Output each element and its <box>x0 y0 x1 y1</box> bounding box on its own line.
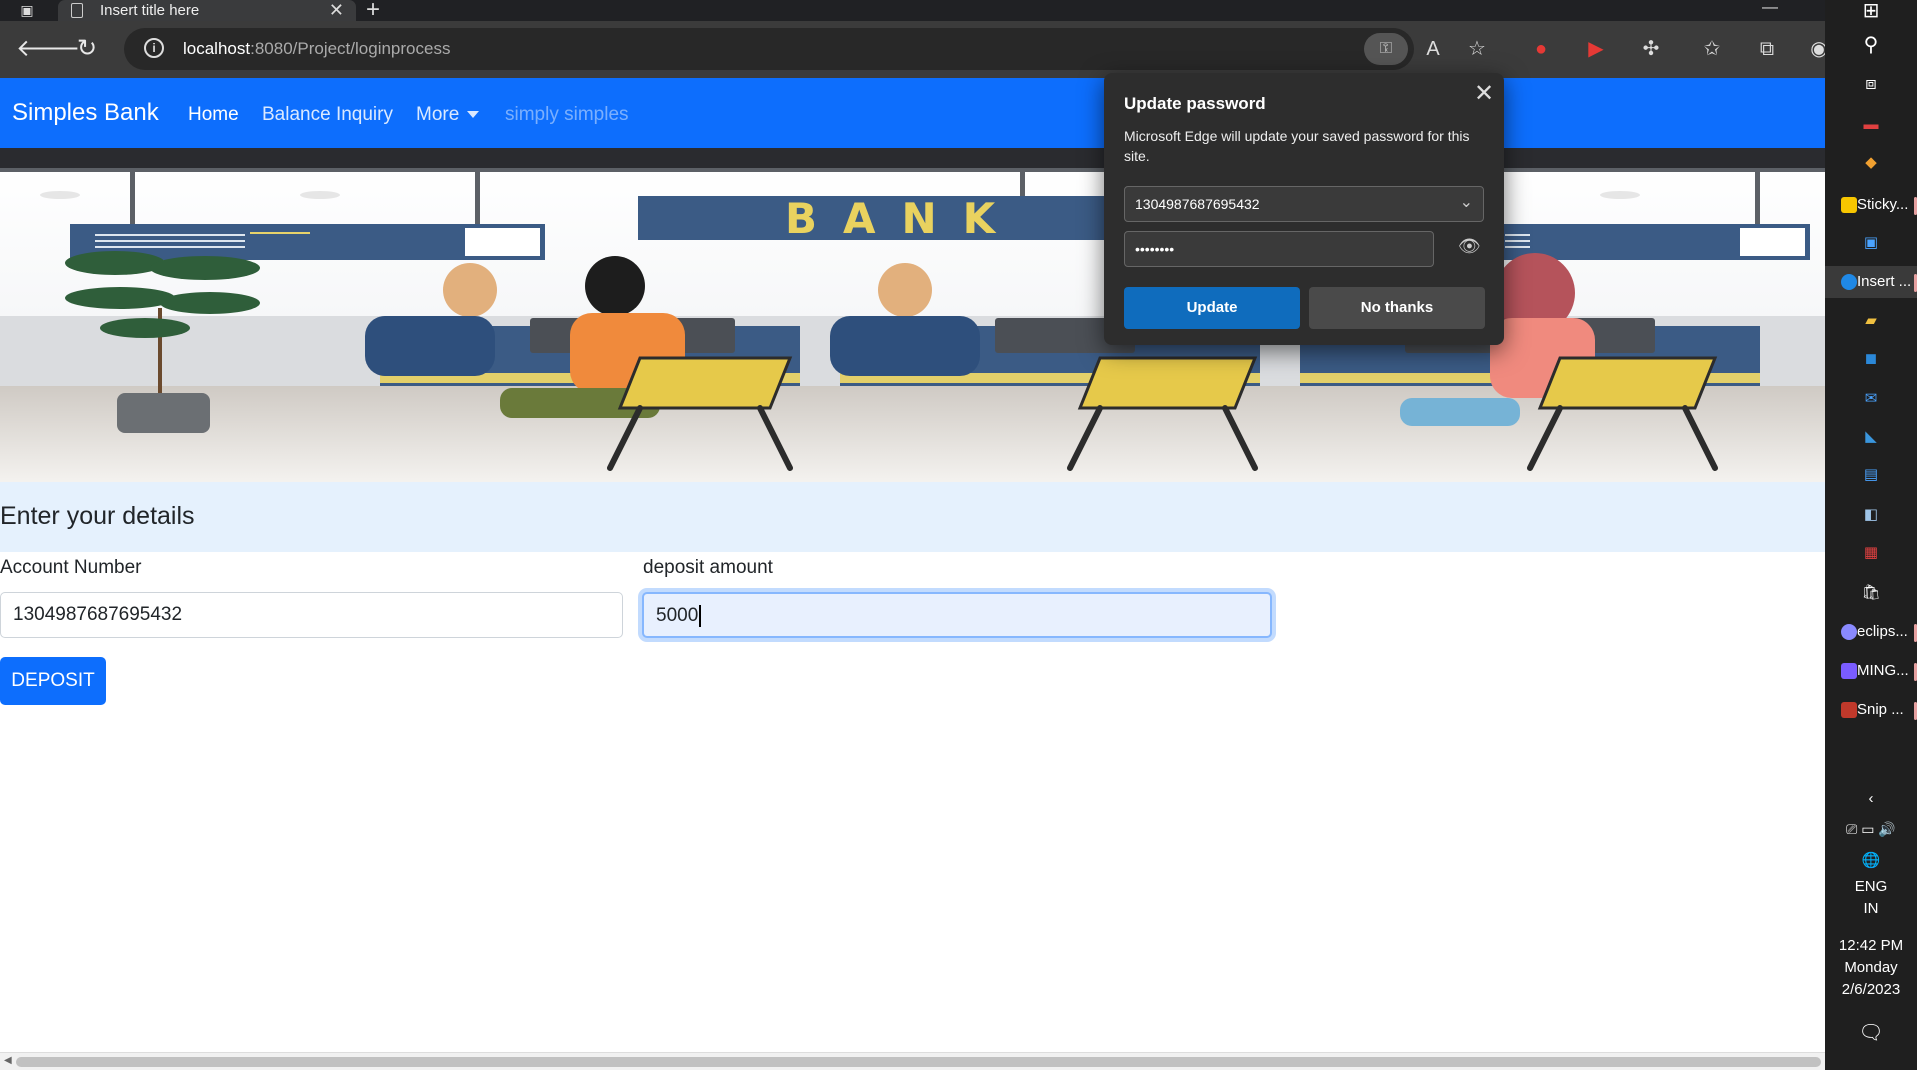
no-thanks-button[interactable]: No thanks <box>1309 287 1485 329</box>
popup-title: Update password <box>1124 94 1266 113</box>
update-password-popup: Update password ✕ Microsoft Edge will up… <box>1104 73 1504 345</box>
tab-bar: ▣ Insert title here ✕ + — <box>0 0 1825 22</box>
clock-time[interactable]: 12:42 PM <box>1825 935 1917 957</box>
start-icon[interactable]: ⊞ <box>1825 0 1917 22</box>
tab-close-icon[interactable]: ✕ <box>329 0 344 20</box>
ms-store-icon[interactable]: 🛍 <box>1825 582 1917 604</box>
edge-icon <box>1841 274 1857 290</box>
address-toolbar: 🡐 ↻ i localhost:8080/Project/loginproces… <box>0 21 1825 78</box>
pinned-git-icon[interactable]: ◆ <box>1825 152 1917 174</box>
address-bar[interactable]: i localhost:8080/Project/loginprocess ⚿ <box>124 28 1414 70</box>
back-button[interactable]: 🡐 <box>16 34 80 64</box>
office-icon[interactable]: ▦ <box>1825 542 1917 564</box>
taskbar-app-edge[interactable]: Insert ... <box>1825 266 1917 298</box>
url-text[interactable]: localhost:8080/Project/loginprocess <box>183 39 450 59</box>
tab-title: Insert title here <box>100 2 200 19</box>
reveal-password-icon[interactable]: 👁 <box>1458 236 1481 257</box>
nav-balance-inquiry[interactable]: Balance Inquiry <box>262 104 393 126</box>
show-hidden-icons-chevron[interactable]: ‹ <box>1825 788 1917 810</box>
deposit-amount-input[interactable]: 5000 <box>642 592 1272 638</box>
file-explorer-icon[interactable]: ▰ <box>1825 310 1917 332</box>
minimize-button[interactable]: — <box>1762 0 1778 16</box>
page-icon <box>71 3 83 18</box>
account-number-input[interactable]: 1304987687695432 <box>0 592 623 638</box>
extension-red-icon[interactable]: ● <box>1526 34 1556 64</box>
form-heading: Enter your details <box>0 502 195 530</box>
tab-actions-icon[interactable]: ▣ <box>17 1 37 19</box>
scroll-left-icon[interactable]: ◀ <box>4 1055 12 1066</box>
profile-icon[interactable]: ◉ <box>1804 34 1825 64</box>
add-favorite-icon[interactable]: ☆ <box>1462 34 1492 64</box>
password-key-icon[interactable]: ⚿ <box>1364 33 1408 65</box>
pinned-app-icon[interactable]: ▬ <box>1825 114 1917 136</box>
sticky-notes-icon <box>1841 197 1857 213</box>
notifications-icon[interactable]: 🗨 <box>1825 1022 1917 1044</box>
region-label[interactable]: IN <box>1825 898 1917 920</box>
snipping-tool-icon <box>1841 702 1857 718</box>
globe-icon[interactable]: 🌐 <box>1825 850 1917 872</box>
popup-close-icon[interactable]: ✕ <box>1474 79 1494 108</box>
site-info-icon[interactable]: i <box>144 38 164 58</box>
favorites-icon[interactable]: ✩ <box>1697 34 1727 64</box>
deposit-amount-label: deposit amount <box>643 557 773 578</box>
taskbar-app-mingw[interactable]: MING... <box>1825 655 1917 687</box>
update-button[interactable]: Update <box>1124 287 1300 329</box>
nav-disabled-link: simply simples <box>505 104 629 125</box>
extension-play-icon[interactable]: ▶ <box>1581 34 1611 64</box>
collections-icon[interactable]: ⧉ <box>1752 34 1782 64</box>
extensions-icon[interactable]: ✣ <box>1636 34 1666 64</box>
taskbar-app-eclipse[interactable]: eclips... <box>1825 616 1917 648</box>
popup-description: Microsoft Edge will update your saved pa… <box>1124 128 1470 164</box>
pinned-store-icon[interactable]: ◼ <box>1825 348 1917 370</box>
text-cursor <box>699 605 702 627</box>
chevron-down-icon: ⌄ <box>1459 194 1473 211</box>
read-aloud-icon[interactable]: A <box>1418 34 1448 64</box>
task-view-icon[interactable]: ⧈ <box>1825 72 1917 94</box>
language-label[interactable]: ENG <box>1825 876 1917 898</box>
clock-date[interactable]: 2/6/2023 <box>1825 979 1917 1001</box>
site-navbar: Simples Bank Home Balance Inquiry More s… <box>0 78 1825 148</box>
caret-down-icon <box>467 111 480 119</box>
mingw-icon <box>1841 663 1857 679</box>
nav-home[interactable]: Home <box>188 104 239 126</box>
clock-day[interactable]: Monday <box>1825 957 1917 979</box>
browser-window: ▣ Insert title here ✕ + — 🡐 ↻ i localhos… <box>0 0 1825 1070</box>
system-tray-icons[interactable]: ⎚ ▭ 🔊 <box>1825 818 1917 840</box>
popup-username-select[interactable]: 1304987687695432 ⌄ <box>1124 186 1484 222</box>
bank-sign-text: BANK <box>785 194 1021 243</box>
word-icon[interactable]: ▤ <box>1825 464 1917 486</box>
scrollbar-thumb[interactable] <box>16 1057 1821 1067</box>
search-icon[interactable]: ⚲ <box>1825 34 1917 56</box>
mail-icon[interactable]: ✉ <box>1825 388 1917 410</box>
horizontal-scrollbar[interactable]: ◀ <box>0 1052 1825 1070</box>
taskbar-app-snip[interactable]: Snip ... <box>1825 694 1917 726</box>
deposit-button[interactable]: DEPOSIT <box>0 657 106 705</box>
refresh-button[interactable]: ↻ <box>72 34 102 64</box>
account-number-label: Account Number <box>0 557 142 578</box>
form-header: Enter your details <box>0 482 1825 552</box>
nav-more-dropdown[interactable]: More <box>416 104 480 126</box>
vscode-icon[interactable]: ◣ <box>1825 426 1917 448</box>
windows-taskbar: ⊞ ⚲ ⧈ ▬ ◆ Sticky... ▣ Insert ... ▰ ◼ ✉ ◣… <box>1825 0 1917 1070</box>
tab-active[interactable]: Insert title here ✕ <box>58 0 356 21</box>
bank-hero-image: BANK <box>0 168 1825 482</box>
eclipse-icon <box>1841 624 1857 640</box>
pinned-window-icon[interactable]: ▣ <box>1825 232 1917 254</box>
pinned-tool-icon[interactable]: ◧ <box>1825 504 1917 526</box>
popup-password-field[interactable]: •••••••• <box>1124 231 1434 267</box>
site-brand[interactable]: Simples Bank <box>12 99 159 127</box>
taskbar-app-sticky[interactable]: Sticky... <box>1825 189 1917 221</box>
new-tab-button[interactable]: + <box>366 0 380 22</box>
banner-top-strip <box>0 148 1825 168</box>
